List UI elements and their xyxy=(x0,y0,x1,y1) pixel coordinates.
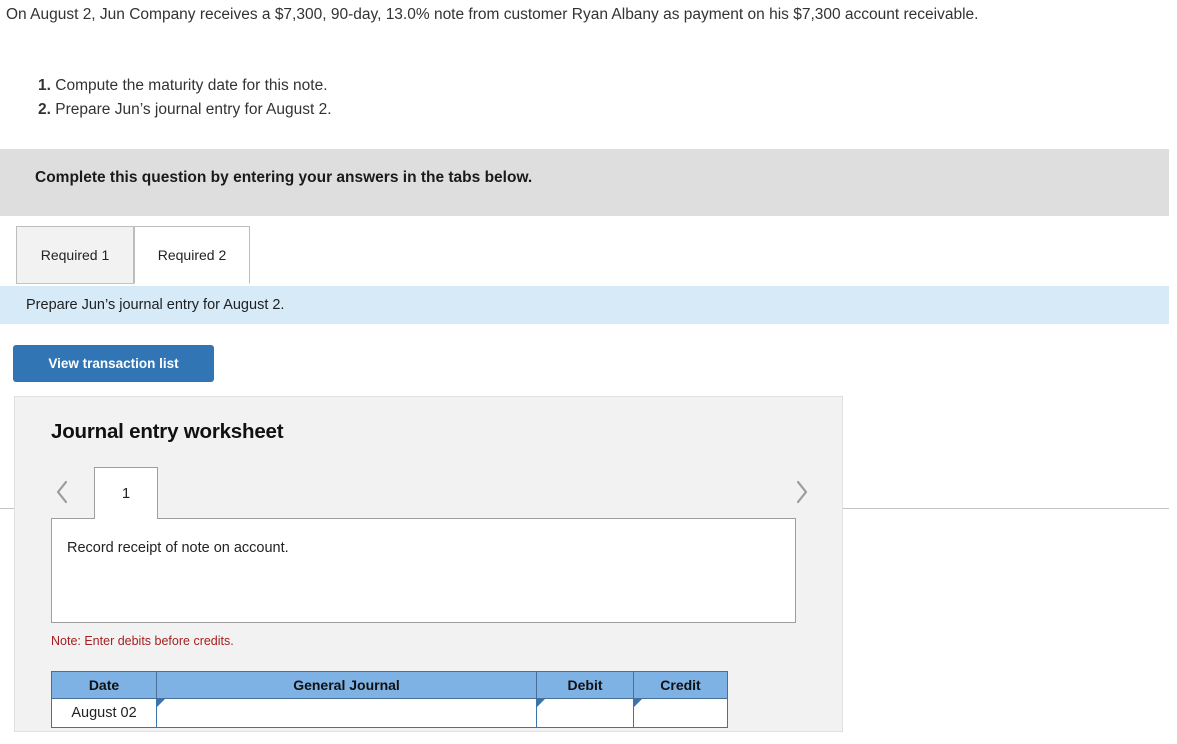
column-header-debit: Debit xyxy=(536,671,634,699)
instruction-banner: Complete this question by entering your … xyxy=(0,149,1169,216)
column-header-general-journal: General Journal xyxy=(156,671,537,699)
requirement-number: 2. xyxy=(38,101,51,118)
dropdown-marker-icon xyxy=(634,699,642,707)
sub-instruction-bar: Prepare Jun’s journal entry for August 2… xyxy=(0,286,1169,324)
tab-strip: Required 1 Required 2 xyxy=(0,226,1169,509)
tab-required-2[interactable]: Required 2 xyxy=(134,226,250,284)
chevron-right-icon[interactable] xyxy=(791,477,813,507)
worksheet-page-tab-1[interactable]: 1 xyxy=(94,467,158,519)
tab-required-1[interactable]: Required 1 xyxy=(16,226,134,284)
requirements-list: 1. Compute the maturity date for this no… xyxy=(38,74,938,122)
problem-statement: On August 2, Jun Company receives a $7,3… xyxy=(6,6,979,23)
journal-entry-worksheet-panel: Journal entry worksheet 1 Record receipt… xyxy=(14,396,843,732)
worksheet-pager: 1 xyxy=(15,467,844,519)
table-header-row: Date General Journal Debit Credit xyxy=(51,671,728,699)
requirement-item: 1. Compute the maturity date for this no… xyxy=(38,74,938,98)
chevron-left-icon[interactable] xyxy=(51,477,73,507)
view-transaction-list-button[interactable]: View transaction list xyxy=(13,345,214,382)
requirement-number: 1. xyxy=(38,77,51,94)
debits-note: Note: Enter debits before credits. xyxy=(51,634,234,648)
cell-date: August 02 xyxy=(51,698,157,728)
sub-instruction-text: Prepare Jun’s journal entry for August 2… xyxy=(26,297,285,313)
requirement-item: 2. Prepare Jun’s journal entry for Augus… xyxy=(38,98,938,122)
cell-general-journal[interactable] xyxy=(156,698,537,728)
transaction-description-text: Record receipt of note on account. xyxy=(67,540,289,556)
column-header-date: Date xyxy=(51,671,157,699)
requirement-text: Prepare Jun’s journal entry for August 2… xyxy=(55,101,332,118)
worksheet-title: Journal entry worksheet xyxy=(51,420,284,443)
dropdown-marker-icon xyxy=(157,699,165,707)
instruction-banner-text: Complete this question by entering your … xyxy=(35,169,533,186)
column-header-credit: Credit xyxy=(633,671,728,699)
general-journal-input[interactable] xyxy=(157,699,536,727)
cell-debit[interactable] xyxy=(536,698,634,728)
dropdown-marker-icon xyxy=(537,699,545,707)
transaction-description-box: Record receipt of note on account. xyxy=(51,518,796,623)
requirement-text: Compute the maturity date for this note. xyxy=(55,77,328,94)
table-row: August 02 xyxy=(51,698,728,728)
cell-credit[interactable] xyxy=(633,698,728,728)
debit-input[interactable] xyxy=(537,699,633,727)
journal-entry-table: Date General Journal Debit Credit August… xyxy=(51,671,728,728)
credit-input[interactable] xyxy=(634,699,727,727)
